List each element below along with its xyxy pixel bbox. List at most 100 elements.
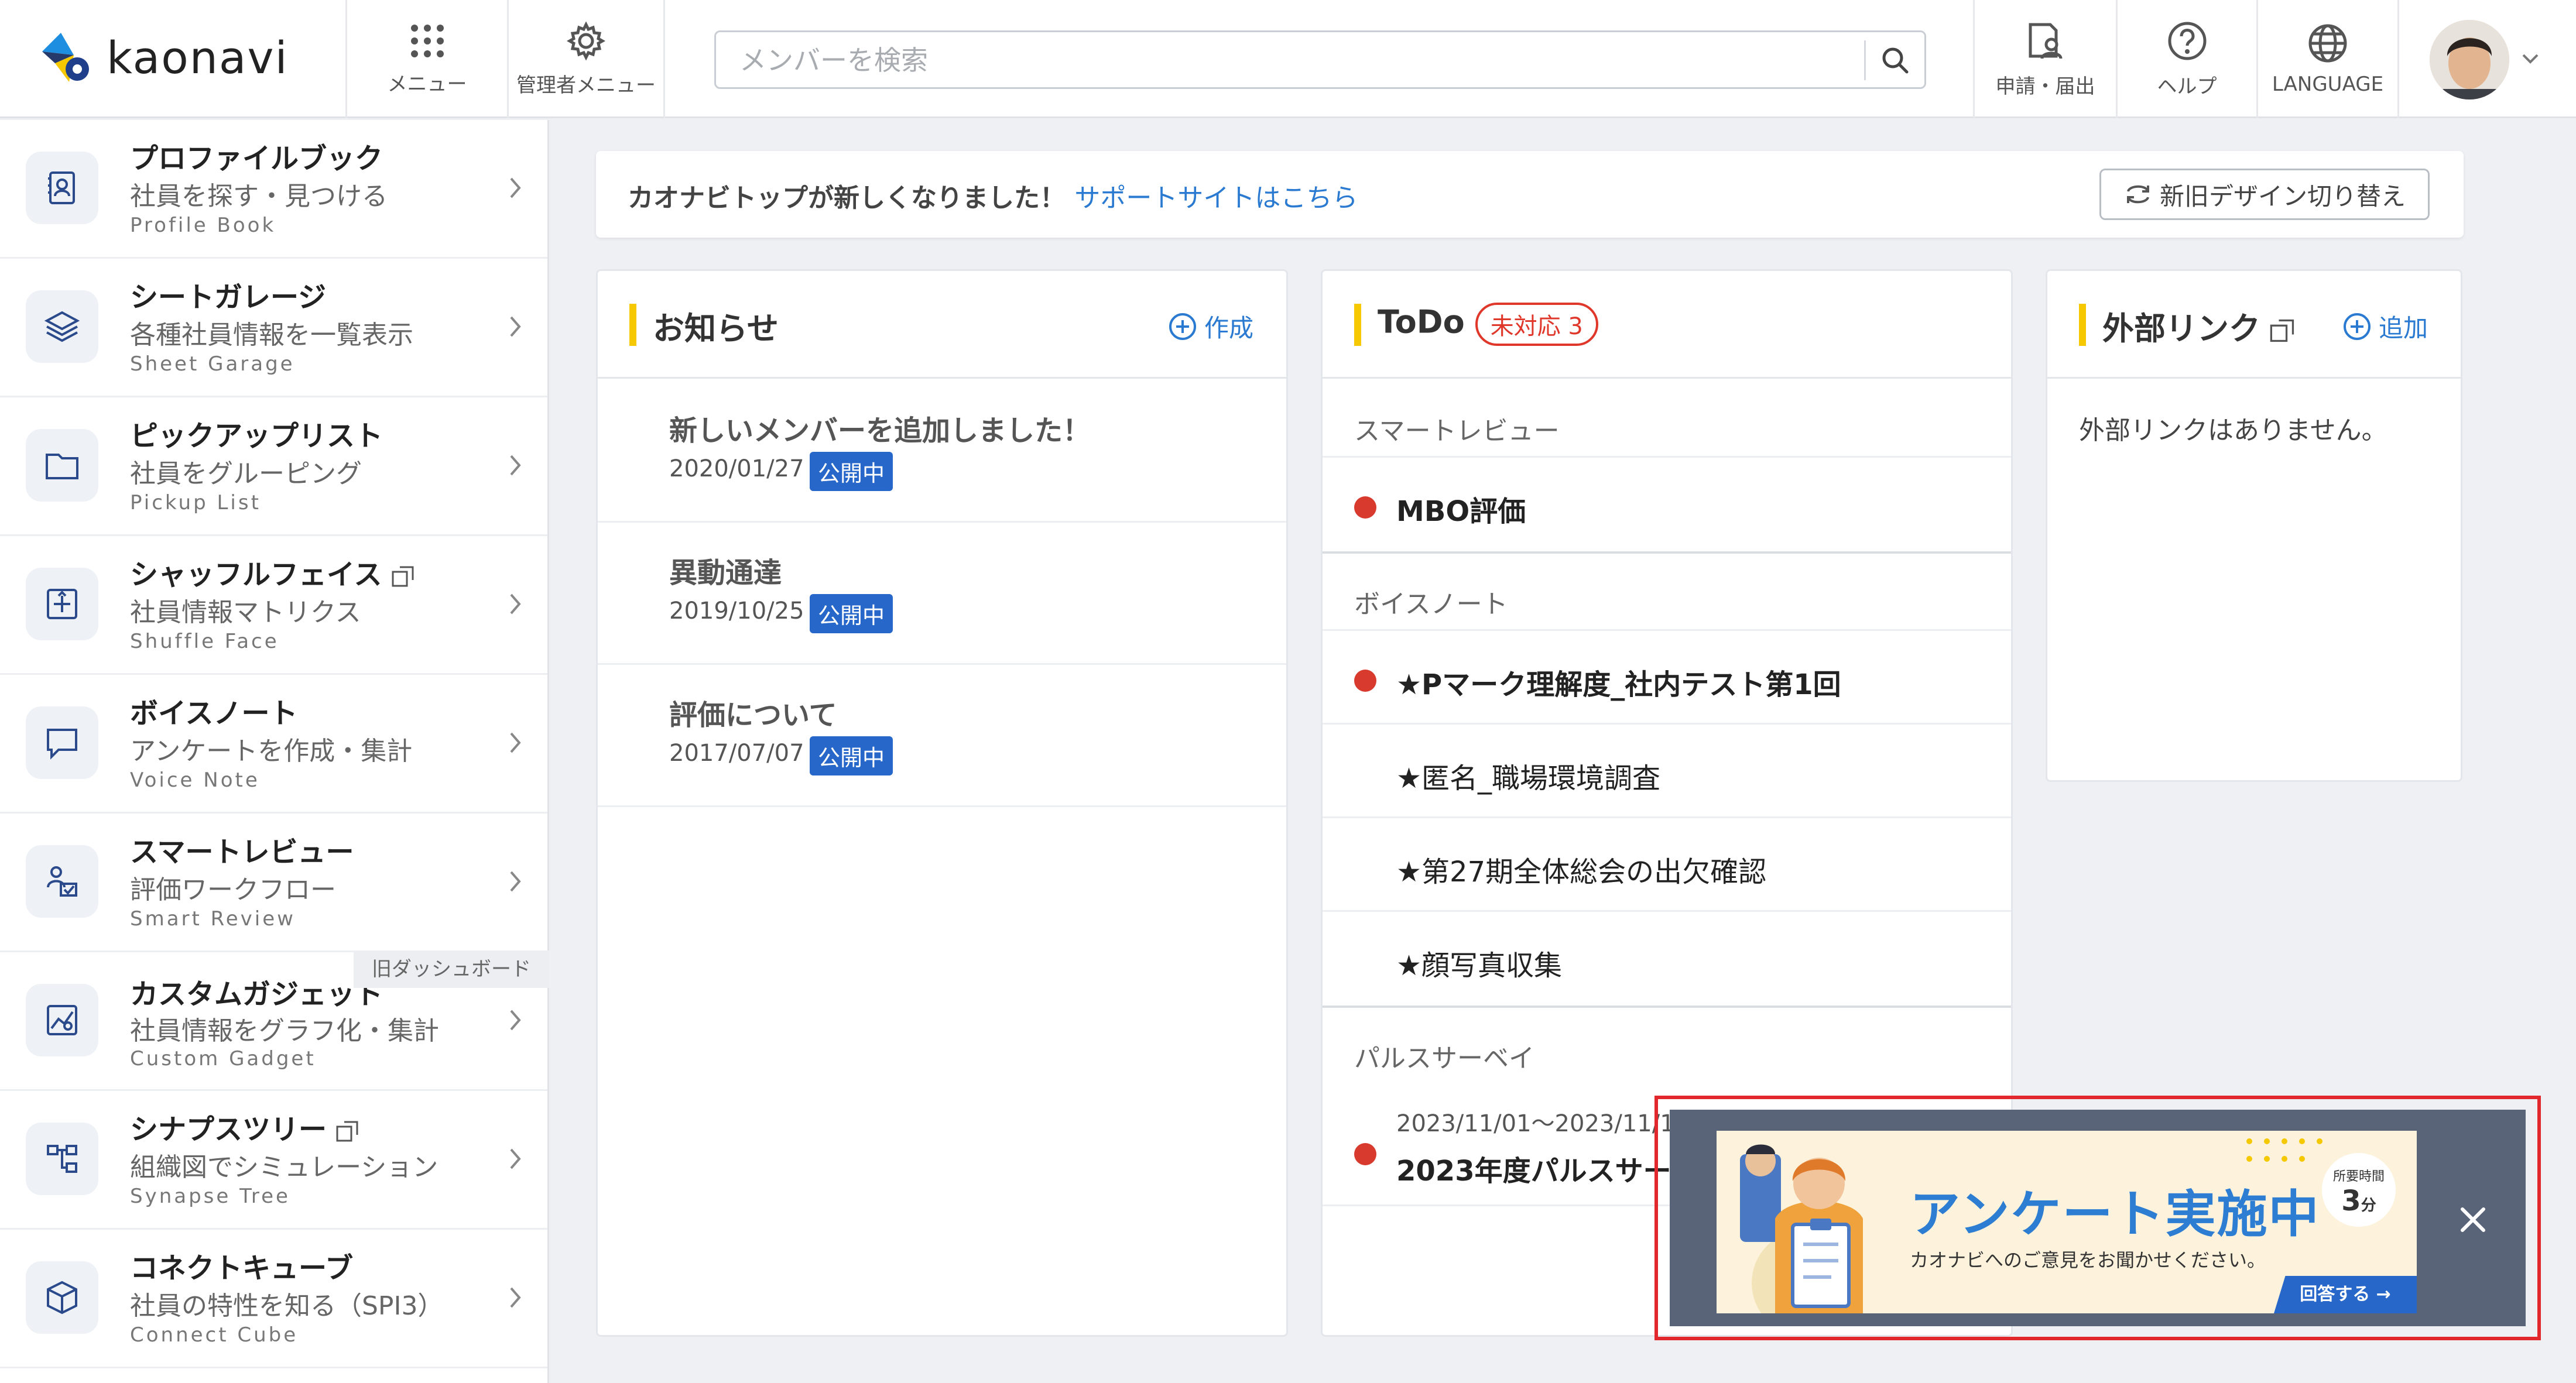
chevron-down-icon[interactable]	[2520, 50, 2541, 68]
chevron-right-icon	[510, 316, 521, 337]
design-switch-button[interactable]: 新旧デザイン切り替え	[2099, 169, 2430, 220]
title-accent-bar	[1354, 304, 1361, 346]
plus-circle-icon	[2344, 313, 2371, 340]
create-notice-button[interactable]: 作成	[1168, 308, 1253, 344]
survey-subtext: カオナビへのご意見をお聞かせください。	[1910, 1249, 2266, 1271]
external-link-icon	[336, 1121, 358, 1142]
external-links-header: 外部リンク 追加	[2047, 271, 2461, 379]
cube-icon	[26, 1261, 98, 1334]
notice-title: 新しいメンバーを追加しました！	[669, 414, 1091, 447]
sidebar-item-sheet-garage[interactable]: シートガレージ 各種社員情報を一覧表示 Sheet Garage	[0, 259, 547, 397]
sidebar-item-profile-book[interactable]: プロファイルブック 社員を探す・見つける Profile Book	[0, 120, 547, 259]
design-switch-label: 新旧デザイン切り替え	[2159, 181, 2406, 211]
chevron-right-icon	[510, 593, 521, 615]
sidebar-item-title: ボイスノート	[130, 697, 298, 730]
language-button[interactable]: LANGUAGE	[2256, 0, 2399, 118]
todo-item[interactable]: ★顔写真収集	[1323, 912, 2011, 1005]
unread-dot	[1354, 496, 1376, 519]
apply-label: 申請・届出	[1995, 74, 2095, 98]
tree-icon	[26, 1123, 98, 1195]
notices-title: お知らせ	[653, 310, 779, 347]
banner-message: カオナビトップが新しくなりました！ サポートサイトはこちら	[628, 183, 1358, 213]
todo-section-smart-review: スマートレビュー	[1323, 380, 2011, 458]
sidebar-item-english: Profile Book	[130, 214, 276, 237]
chevron-right-icon	[510, 1287, 521, 1308]
sidebar-item-title: シナプスツリー	[130, 1106, 361, 1147]
external-links-title: 外部リンク	[2102, 303, 2297, 349]
apply-button[interactable]: 申請・届出	[1973, 0, 2116, 118]
switch-arrows-icon	[2126, 185, 2149, 204]
profile-book-icon	[26, 152, 98, 224]
notice-date: 2019/10/25	[669, 598, 804, 624]
sidebar-item-pickup-list[interactable]: ピックアップリスト 社員をグルーピング Pickup List	[0, 397, 547, 536]
sidebar-item-title: プロファイルブック	[130, 142, 383, 175]
gear-icon	[566, 20, 606, 61]
external-link-icon	[2270, 320, 2294, 342]
search-icon[interactable]	[1879, 44, 1912, 77]
published-badge: 公開中	[810, 594, 893, 633]
sidebar-item-voice-note[interactable]: ボイスノート アンケートを作成・集計 Voice Note	[0, 675, 547, 814]
todo-item[interactable]: ★Pマーク理解度_社内テスト第1回	[1323, 631, 2011, 725]
sidebar-item-title: ピックアップリスト	[130, 420, 383, 452]
chevron-right-icon	[510, 1148, 521, 1169]
menu-label: メニュー	[387, 72, 467, 96]
unread-dot	[1354, 670, 1376, 692]
sidebar-item-english: Custom Gadget	[130, 1047, 316, 1070]
kaonavi-logo[interactable]: kaonavi	[37, 28, 289, 87]
survey-banner[interactable]: アンケート実施中 カオナビへのご意見をお聞かせください。 所要時間 3分 回答す…	[1717, 1131, 2417, 1313]
unread-dot	[1354, 1143, 1376, 1165]
title-accent-bar	[2079, 304, 2086, 346]
help-button[interactable]: ヘルプ	[2116, 0, 2256, 118]
help-label: ヘルプ	[2157, 74, 2217, 98]
admin-menu-button[interactable]: 管理者メニュー	[507, 0, 665, 118]
member-search-input[interactable]	[739, 38, 1834, 83]
survey-headline: アンケート実施中	[1910, 1185, 2320, 1244]
todo-item[interactable]: ★第27期全体総会の出欠確認	[1323, 818, 2011, 912]
search-divider	[1864, 40, 1866, 80]
answer-survey-button[interactable]: 回答する →	[2274, 1276, 2417, 1313]
sidebar-item-english: Smart Review	[130, 907, 296, 931]
sidebar-item-smart-review[interactable]: スマートレビュー 評価ワークフロー Smart Review	[0, 814, 547, 952]
todo-header: ToDo 未対応 3	[1323, 271, 2011, 379]
todo-item[interactable]: ★匿名_職場環境調査	[1323, 725, 2011, 818]
notice-item[interactable]: 新しいメンバーを追加しました！ 2020/01/27 公開中	[598, 380, 1286, 523]
todo-item-text: ★匿名_職場環境調査	[1396, 762, 1661, 795]
todo-item-text: ★Pマーク理解度_社内テスト第1回	[1396, 668, 1841, 701]
close-icon[interactable]	[2452, 1199, 2494, 1241]
required-time-badge: 所要時間 3分	[2322, 1153, 2396, 1227]
pending-count-badge: 未対応 3	[1475, 303, 1598, 346]
survey-illustration	[1740, 1144, 1863, 1313]
todo-item[interactable]: MBO評価	[1323, 458, 2011, 551]
support-site-link[interactable]: サポートサイトはこちら	[1074, 183, 1358, 213]
sidebar-item-synapse-tree[interactable]: シナプスツリー 組織図でシミュレーション Synapse Tree	[0, 1091, 547, 1230]
chevron-right-icon	[510, 177, 521, 198]
old-dashboard-tag[interactable]: 旧ダッシュボード	[354, 950, 549, 988]
sidebar-item-english: Pickup List	[130, 491, 261, 514]
chevron-right-icon	[510, 1010, 521, 1031]
notice-title: 異動通達	[669, 557, 782, 589]
chart-icon	[26, 984, 98, 1056]
sidebar-item-title: コネクトキューブ	[130, 1252, 354, 1285]
shuffle-icon	[26, 568, 98, 640]
menu-button[interactable]: メニュー	[345, 0, 507, 118]
notice-date: 2017/07/07	[669, 740, 804, 767]
external-link-icon	[392, 566, 414, 587]
sidebar-item-shuffle-face[interactable]: シャッフルフェイス 社員情報マトリクス Shuffle Face	[0, 536, 547, 675]
add-link-button[interactable]: 追加	[2342, 308, 2428, 344]
chevron-right-icon	[510, 871, 521, 892]
announcement-banner: カオナビトップが新しくなりました！ サポートサイトはこちら 新旧デザイン切り替え	[596, 151, 2464, 238]
sidebar-item-connect-cube[interactable]: コネクトキューブ 社員の特性を知る（SPI3） Connect Cube	[0, 1230, 547, 1368]
sidebar-item-english: Sheet Garage	[130, 352, 295, 376]
sidebar-item-title: カスタムガジェット	[130, 978, 383, 1011]
notice-item[interactable]: 異動通達 2019/10/25 公開中	[598, 523, 1286, 665]
sidebar-item-subtitle: 各種社員情報を一覧表示	[130, 320, 413, 350]
notices-card: お知らせ 作成 新しいメンバーを追加しました！ 2020/01/27 公開中 異…	[596, 269, 1288, 1337]
notice-item[interactable]: 評価について 2017/07/07 公開中	[598, 665, 1286, 807]
todo-item-text: MBO評価	[1396, 495, 1526, 528]
sidebar-item-subtitle: アンケートを作成・集計	[130, 736, 413, 766]
user-avatar[interactable]	[2430, 20, 2509, 99]
globe-icon	[2308, 24, 2347, 63]
todo-section-pulse-survey: パルスサーベイ	[1354, 1044, 1534, 1073]
sidebar-item-subtitle: 評価ワークフロー	[130, 875, 336, 905]
folder-icon	[26, 429, 98, 502]
